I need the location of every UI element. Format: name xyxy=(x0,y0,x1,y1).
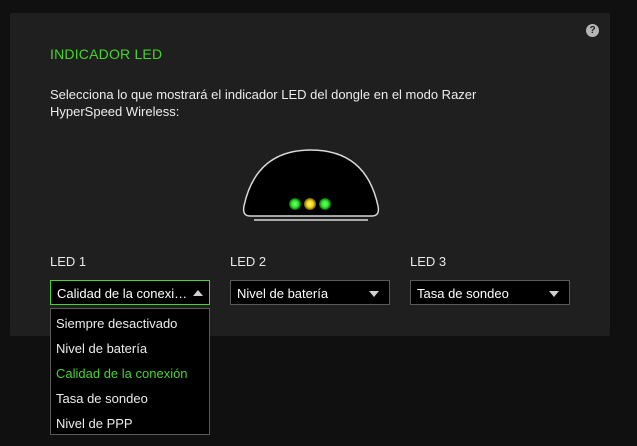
led-2-select-value: Nivel de batería xyxy=(237,286,329,301)
led-3-label: LED 3 xyxy=(410,254,447,269)
dropdown-option[interactable]: Nivel de batería xyxy=(51,337,209,362)
led-2-select[interactable]: Nivel de batería xyxy=(230,280,390,305)
chevron-down-icon xyxy=(369,291,379,297)
led-1-select-value: Calidad de la conexi… xyxy=(57,286,188,301)
dropdown-option[interactable]: Siempre desactivado xyxy=(51,312,209,337)
led-3-light xyxy=(319,198,331,210)
dongle-illustration xyxy=(242,149,380,221)
led-1-dropdown-list: Siempre desactivado Nivel de batería Cal… xyxy=(50,308,210,435)
led-1-label: LED 1 xyxy=(50,254,87,269)
led-3-select[interactable]: Tasa de sondeo xyxy=(410,280,570,305)
help-icon[interactable]: ? xyxy=(586,24,599,37)
dropdown-option[interactable]: Tasa de sondeo xyxy=(51,387,209,412)
section-title: INDICADOR LED xyxy=(50,46,163,62)
dropdown-option[interactable]: Nivel de PPP xyxy=(51,412,209,437)
led-1-light xyxy=(289,198,301,210)
chevron-up-icon xyxy=(193,290,203,296)
led-1-select[interactable]: Calidad de la conexi… xyxy=(50,280,210,305)
led-2-light xyxy=(304,198,316,210)
led-2-label: LED 2 xyxy=(230,254,267,269)
chevron-down-icon xyxy=(549,291,559,297)
section-description: Selecciona lo que mostrará el indicador … xyxy=(50,87,477,119)
led-3-select-value: Tasa de sondeo xyxy=(417,286,509,301)
dropdown-option-selected[interactable]: Calidad de la conexión xyxy=(51,362,209,387)
